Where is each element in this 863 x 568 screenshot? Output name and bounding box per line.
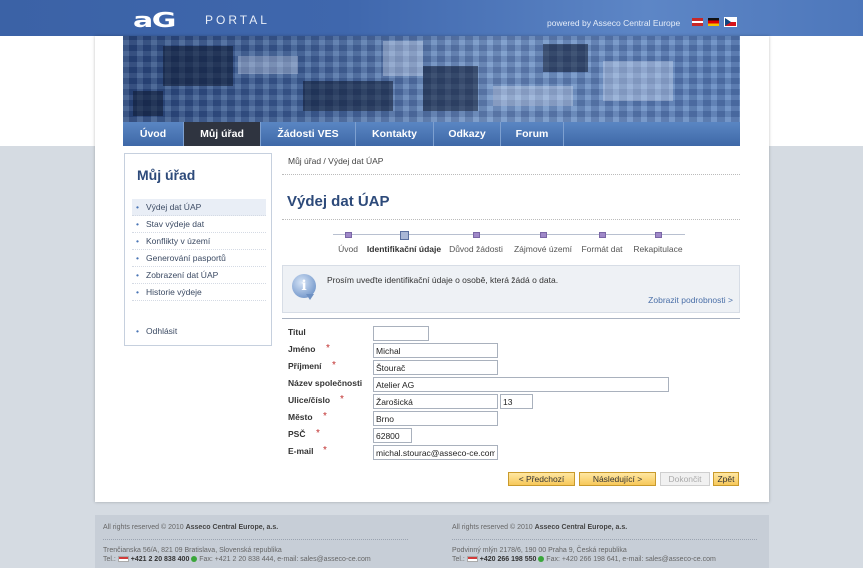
info-text: Prosím uveďte identifikační údaje o osob… [327, 275, 559, 285]
finish-button: Dokončit [660, 472, 710, 486]
sidebar-item-konflikty-v-uzemi[interactable]: Konflikty v území [132, 233, 266, 250]
sidebar-item-generovani-pasportu[interactable]: Generování pasportů [132, 250, 266, 267]
prijmeni-label: Příjmení [288, 361, 322, 371]
sidebar-item-vydej-dat-uap[interactable]: Výdej dat ÚAP [132, 199, 266, 216]
divider [103, 539, 408, 540]
jmeno-field[interactable] [373, 343, 498, 358]
footer-copyright: All rights reserved © 2010 Asseco Centra… [103, 524, 279, 531]
divider [282, 318, 740, 319]
breadcrumb[interactable]: Můj úřad / Výdej dat ÚAP [288, 156, 383, 166]
nav-item-uvod[interactable]: Úvod [123, 122, 184, 146]
titul-label: Titul [288, 327, 306, 337]
footer-address: Trenčianska 56/A, 821 09 Bratislava, Slo… [103, 547, 282, 554]
divider [282, 174, 740, 175]
nav-item-zadosti-ves[interactable]: Žádosti VES [261, 122, 356, 146]
phone-icon [191, 556, 198, 563]
footer-left: All rights reserved © 2010 Asseco Centra… [103, 523, 408, 564]
step-label: Rekapitulace [633, 244, 683, 254]
sk-flag-icon [117, 556, 129, 563]
step-marker-current-icon [399, 231, 409, 240]
required-mark: * [326, 343, 330, 354]
required-mark: * [332, 360, 336, 371]
main-nav: Úvod Můj úřad Žádosti VES Kontakty Odkaz… [123, 122, 740, 146]
email-field[interactable] [373, 445, 498, 460]
sidebar-item-odhlasit[interactable]: Odhlásit [132, 323, 266, 340]
spolecnost-field[interactable] [373, 377, 669, 392]
footer-contact: Tel.: +421 2 20 838 400 Fax: +421 2 20 8… [103, 556, 371, 563]
footer-address: Podvinný mlýn 2178/6, 190 00 Praha 9, Če… [452, 547, 627, 554]
back-button[interactable]: Zpět [713, 472, 739, 486]
sidebar-menu: Výdej dat ÚAP Stav výdeje dat Konflikty … [132, 199, 266, 340]
nav-item-odkazy[interactable]: Odkazy [434, 122, 501, 146]
footer: All rights reserved © 2010 Asseco Centra… [95, 515, 769, 568]
mesto-label: Město [288, 412, 313, 422]
nav-item-kontakty[interactable]: Kontakty [356, 122, 434, 146]
uk-flag-icon[interactable] [692, 18, 703, 26]
header-banner-image [123, 36, 740, 122]
phone-icon [538, 556, 545, 563]
mesto-field[interactable] [373, 411, 498, 426]
required-mark: * [323, 411, 327, 422]
info-icon: i [292, 274, 316, 300]
de-flag-icon[interactable] [708, 18, 719, 26]
jmeno-label: Jméno [288, 344, 316, 354]
nav-item-muj-urad[interactable]: Můj úřad [184, 122, 261, 146]
sidebar-item-historie-vydeje[interactable]: Historie výdeje [132, 284, 266, 301]
required-mark: * [316, 428, 320, 439]
wizard-step-rekapitulace[interactable]: Rekapitulace [613, 232, 703, 254]
previous-button[interactable]: < Předchozí [508, 472, 575, 486]
sidebar: Můj úřad Výdej dat ÚAP Stav výdeje dat K… [124, 153, 272, 346]
powered-by-text: powered by Asseco Central Europe [547, 18, 681, 28]
spolecnost-label: Název společnosti [288, 378, 363, 388]
psc-field[interactable] [373, 428, 412, 443]
footer-copyright: All rights reserved © 2010 Asseco Centra… [452, 524, 628, 531]
divider [452, 539, 757, 540]
ulice-field[interactable] [373, 394, 498, 409]
step-marker-icon [539, 232, 547, 238]
show-details-link[interactable]: Zobrazit podrobnosti > [648, 295, 733, 305]
required-mark: * [323, 445, 327, 456]
cislo-field[interactable] [500, 394, 533, 409]
prijmeni-field[interactable] [373, 360, 498, 375]
ag-portal-logo[interactable]: aG PORTAL [133, 8, 270, 32]
email-label: E-mail [288, 446, 314, 456]
next-button[interactable]: Následující > [579, 472, 656, 486]
footer-right: All rights reserved © 2010 Asseco Centra… [452, 523, 757, 564]
psc-label: PSČ [288, 429, 306, 439]
sidebar-title: Můj úřad [137, 167, 196, 183]
nav-item-forum[interactable]: Forum [501, 122, 564, 146]
step-marker-icon [598, 232, 606, 238]
step-marker-icon [654, 232, 662, 238]
logo-mark: aG [133, 8, 176, 32]
required-mark: * [340, 394, 344, 405]
divider [282, 219, 740, 220]
ulice-label: Ulice/číslo [288, 395, 331, 405]
header-bar: aG PORTAL powered by Asseco Central Euro… [0, 0, 863, 36]
cz-flag-icon [466, 556, 478, 563]
step-marker-icon [472, 232, 480, 238]
cz-flag-icon[interactable] [724, 17, 737, 27]
info-box: i Prosím uveďte identifikační údaje o os… [282, 265, 740, 313]
page-title: Výdej dat ÚAP [287, 193, 390, 210]
sidebar-item-stav-vydeje-dat[interactable]: Stav výdeje dat [132, 216, 266, 233]
footer-contact: Tel.: +420 266 198 550 Fax: +420 266 198… [452, 556, 716, 563]
step-marker-icon [344, 232, 352, 238]
titul-field[interactable] [373, 326, 429, 341]
sidebar-item-zobrazeni-dat-uap[interactable]: Zobrazení dat ÚAP [132, 267, 266, 284]
